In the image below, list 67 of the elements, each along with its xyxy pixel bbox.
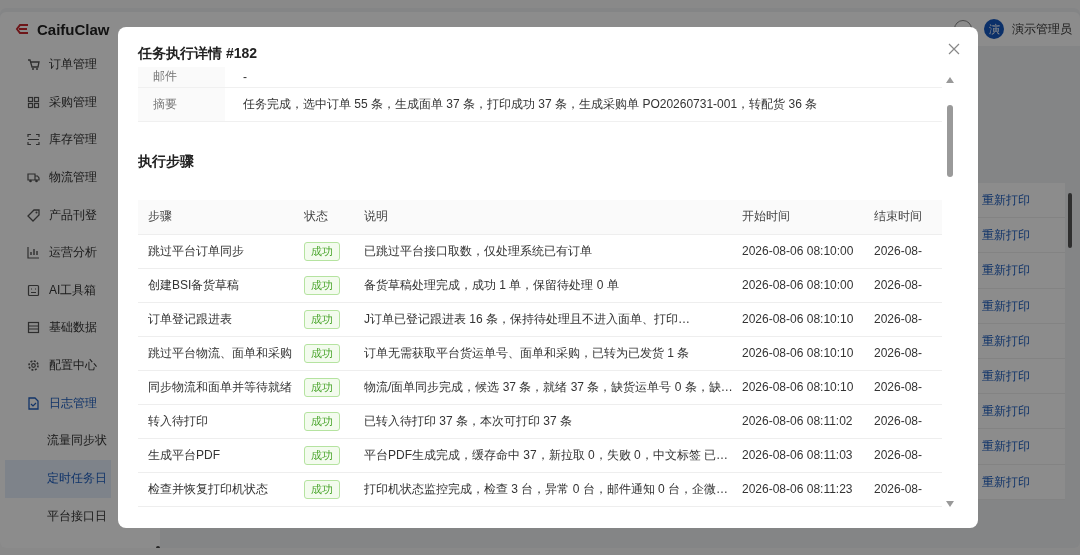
status-badge: 成功 xyxy=(304,241,340,261)
sidebar-item[interactable]: 日志管理 xyxy=(0,384,101,422)
sidebar-item[interactable]: 库存管理 xyxy=(0,121,101,159)
user-avatar[interactable]: 演 xyxy=(984,19,1004,39)
table-cell: 检查并恢复打印机状态 xyxy=(138,472,294,506)
table-cell: 备货草稿处理完成，成功 1 单，保留待处理 0 单 xyxy=(354,268,732,302)
column-header: 说明 xyxy=(354,199,732,234)
info-value: 任务完成，选中订单 55 条，生成面单 37 条，打印成功 37 条，生成采购单 PO20260731-001，转配货 36 条 xyxy=(225,87,942,121)
table-cell: 2026-08- xyxy=(864,404,942,438)
column-header: 结束时间 xyxy=(864,199,942,234)
column-header: 步骤 xyxy=(138,199,294,234)
table-cell: 订单无需获取平台货运单号、面单和采购，已转为已发货 1 条 xyxy=(354,336,732,370)
table-cell: 2026-08- xyxy=(864,268,942,302)
status-badge: 成功 xyxy=(304,479,340,499)
table-cell: 2026-08-06 08:10:10 xyxy=(732,336,864,370)
status-badge: 成功 xyxy=(304,445,340,465)
sidebar-item[interactable]: AI工具箱 xyxy=(0,271,101,310)
table-cell: 已转入待打印 37 条，本次可打印 37 条 xyxy=(354,404,732,438)
table-cell: 2026-08-06 08:10:00 xyxy=(732,234,864,268)
table-cell: 跳过平台订单同步 xyxy=(138,234,294,268)
table-cell: 2026-08-06 08:10:10 xyxy=(732,302,864,336)
table-cell: 创建BSI备货草稿 xyxy=(138,268,294,302)
table-cell: 2026-08-06 08:10:10 xyxy=(732,370,864,404)
sidebar-item[interactable]: 基础数据 xyxy=(0,309,101,347)
section-heading: 执行步骤 xyxy=(138,152,195,171)
table-cell: 物流/面单同步完成，候选 37 条，就绪 37 条，缺货运单号 0 条，缺… xyxy=(354,370,732,404)
table-cell: 2026-08-06 08:11:23 xyxy=(732,472,864,506)
table-cell: 2026-08- xyxy=(864,302,942,336)
column-header: 状态 xyxy=(294,199,354,234)
column-header: 开始时间 xyxy=(732,199,864,234)
table-cell: 2026-08- xyxy=(864,336,942,370)
info-label: 邮件 xyxy=(138,67,225,87)
table-cell: 同步物流和面单并等待就绪 xyxy=(138,370,294,404)
status-badge: 成功 xyxy=(304,343,340,363)
status-badge: 成功 xyxy=(304,309,340,329)
sidebar-item[interactable]: 订单管理 xyxy=(0,46,101,84)
modal-title: 任务执行详情 #182 xyxy=(138,45,258,63)
status-badge: 成功 xyxy=(304,411,340,431)
table-cell: 2026-08- xyxy=(864,438,942,472)
table-cell: 订单登记跟进表 xyxy=(138,302,294,336)
sidebar-item[interactable]: 采购管理 xyxy=(0,83,101,122)
user-name[interactable]: 演示管理员 xyxy=(1012,20,1072,38)
sidebar-item[interactable]: 产品刊登 xyxy=(0,196,101,234)
sidebar-item[interactable]: 运营分析 xyxy=(0,233,101,272)
table-cell: 2026-08- xyxy=(864,472,942,506)
table-cell: 2026-08- xyxy=(864,370,942,404)
table-cell: 2026-08-06 08:10:00 xyxy=(732,268,864,302)
sidebar-subitem[interactable]: 流量同步状 xyxy=(0,421,111,460)
sidebar-subitem[interactable]: 定时任务日 xyxy=(5,459,111,498)
status-badge: 成功 xyxy=(304,377,340,397)
table-cell: 生成平台PDF xyxy=(138,438,294,472)
table-cell: 跳过平台物流、面单和采购 xyxy=(138,336,294,370)
status-badge: 成功 xyxy=(304,275,340,295)
sidebar-item[interactable]: 物流管理 xyxy=(0,158,101,197)
table-cell: 2026-08-06 08:11:03 xyxy=(732,438,864,472)
table-cell: J订单已登记跟进表 16 条，保持待处理且不进入面单、打印… xyxy=(354,302,732,336)
table-cell: 转入待打印 xyxy=(138,404,294,438)
table-cell: 打印机状态监控完成，检查 3 台，异常 0 台，邮件通知 0 台，企微… xyxy=(354,472,732,506)
info-label: 摘要 xyxy=(138,87,225,121)
table-cell: 2026-08- xyxy=(864,234,942,268)
table-cell: 平台PDF生成完成，缓存命中 37，新拉取 0，失败 0，中文标签 已… xyxy=(354,438,732,472)
table-cell: 2026-08-06 08:11:02 xyxy=(732,404,864,438)
sidebar-subitem[interactable]: 平台接口日 xyxy=(0,497,111,536)
sidebar-item[interactable]: 配置中心 xyxy=(0,346,101,385)
app-title: CaifuClaw xyxy=(37,20,110,38)
table-cell: 已跳过平台接口取数，仅处理系统已有订单 xyxy=(354,234,732,268)
info-value: - xyxy=(225,67,942,87)
